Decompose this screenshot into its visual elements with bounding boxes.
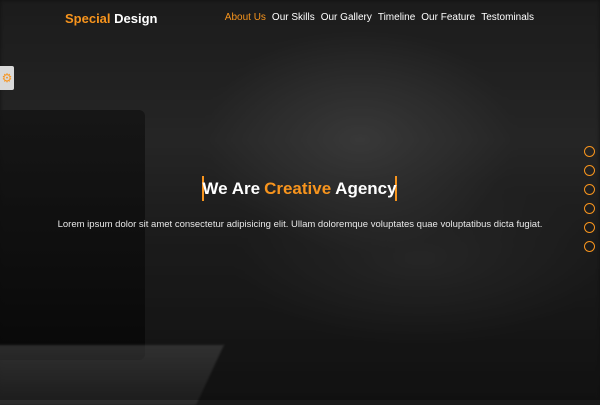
site-logo[interactable]: Special Design xyxy=(65,11,158,26)
nav-link-timeline[interactable]: Timeline xyxy=(378,12,415,23)
bullet-nav-1[interactable] xyxy=(584,146,595,157)
nav-link-testominals[interactable]: Testominals xyxy=(481,12,534,23)
logo-part-design: Design xyxy=(114,11,158,26)
hero-headline: We Are Creative Agency xyxy=(202,176,397,201)
headline-part-2: Agency xyxy=(335,178,397,198)
nav-link-our-gallery[interactable]: Our Gallery xyxy=(321,12,372,23)
logo-part-special: Special xyxy=(65,11,111,26)
nav-link-our-skills[interactable]: Our Skills xyxy=(272,12,315,23)
bullet-nav-2[interactable] xyxy=(584,165,595,176)
headline-part-1: We Are xyxy=(202,178,261,198)
nav-links: About Us Our Skills Our Gallery Timeline… xyxy=(225,12,534,23)
settings-toggle-button[interactable]: ⚙ xyxy=(0,66,14,90)
bullet-nav-6[interactable] xyxy=(584,241,595,252)
headline-accent: Creative xyxy=(264,178,332,198)
nav-link-our-feature[interactable]: Our Feature xyxy=(421,12,475,23)
bullet-nav-3[interactable] xyxy=(584,184,595,195)
top-navbar: Special Design About Us Our Skills Our G… xyxy=(0,0,600,38)
nav-link-about-us[interactable]: About Us xyxy=(225,12,266,23)
hero-tagline: Lorem ipsum dolor sit amet consectetur a… xyxy=(57,219,543,230)
section-bullets xyxy=(584,146,595,252)
bullet-nav-4[interactable] xyxy=(584,203,595,214)
gear-icon: ⚙ xyxy=(1,71,13,85)
